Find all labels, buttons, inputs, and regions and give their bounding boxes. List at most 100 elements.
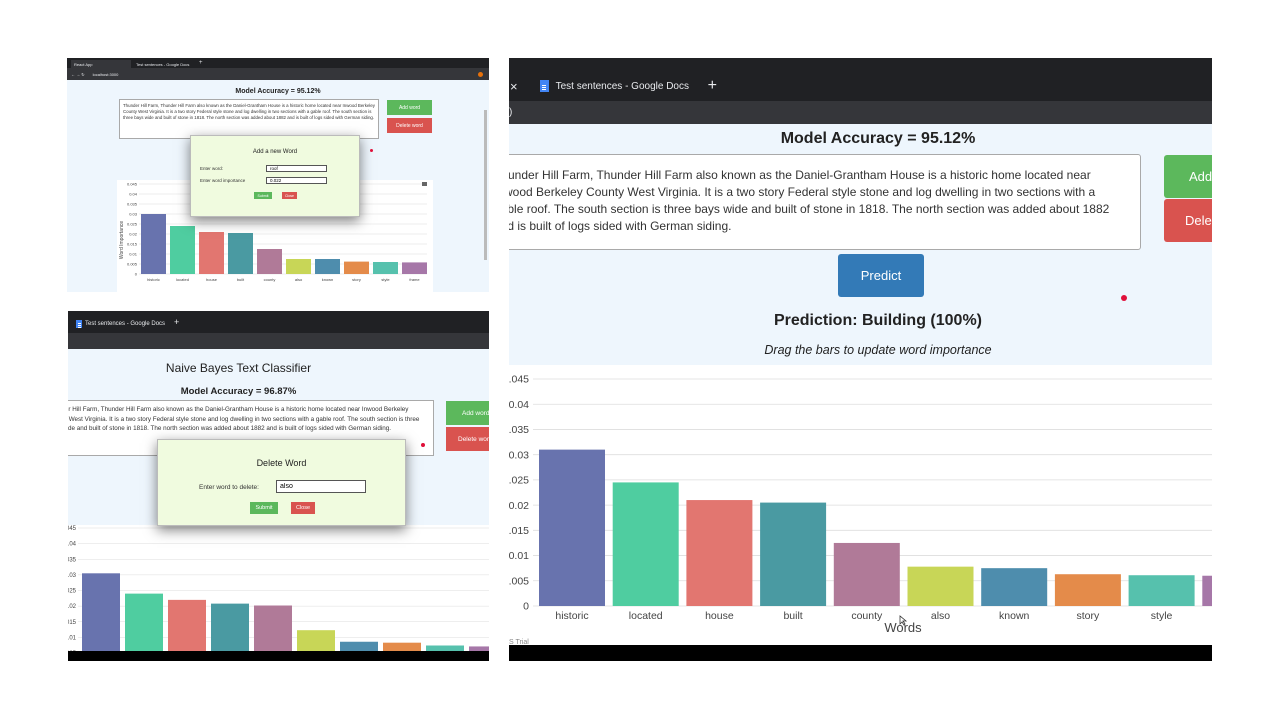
submit-button[interactable]: Submit	[250, 502, 278, 514]
submit-button[interactable]: Submit	[254, 192, 272, 199]
x-tick-label: county	[851, 610, 883, 622]
y-tick-label: .025	[509, 475, 529, 487]
x-tick-label: story	[352, 277, 361, 282]
google-docs-icon	[539, 80, 549, 92]
importance-label: Enter word importance	[200, 178, 246, 183]
close-button[interactable]: Close	[282, 192, 297, 199]
tab-label: Test sentences - Google Docs	[555, 80, 689, 92]
bar-item[interactable]	[297, 630, 335, 653]
y-tick-label: .015	[68, 620, 77, 626]
bar-historic[interactable]	[539, 449, 605, 606]
screen-bottom-bar	[509, 645, 1212, 661]
importance-input[interactable]	[266, 177, 327, 184]
bar-known[interactable]	[315, 259, 340, 274]
y-tick-label: 0.035	[127, 201, 138, 206]
cursor-dot	[421, 443, 425, 447]
bar-style[interactable]	[373, 262, 398, 274]
bar-style[interactable]	[1128, 575, 1195, 606]
y-tick-label: .005	[509, 575, 529, 587]
y-tick-label: .02	[68, 604, 77, 610]
new-tab-icon[interactable]: +	[199, 60, 203, 66]
tab-label: Test sentences - Google Docs	[85, 321, 166, 327]
address-bar[interactable]: ← → ↻ localhost:3000	[67, 68, 489, 80]
address-bar[interactable]: )	[509, 101, 1212, 124]
browser-tab-docs[interactable]: Test sentences - Google Docs	[133, 60, 195, 68]
x-tick-label: also	[295, 277, 303, 282]
bar-historic[interactable]	[141, 214, 166, 274]
y-tick-label: 0.005	[127, 261, 138, 266]
x-tick-label: style	[381, 277, 390, 282]
model-accuracy: Model Accuracy = 95.12%	[235, 88, 321, 95]
profile-avatar[interactable]	[478, 71, 483, 77]
modal-title: Add a new Word	[252, 149, 298, 155]
y-axis-label: Word Importance	[119, 221, 125, 259]
bar-also[interactable]	[907, 566, 974, 606]
bar-county[interactable]	[833, 542, 900, 606]
add-word-button[interactable]: Add	[1164, 155, 1212, 198]
delete-word-button[interactable]: Delete word	[387, 118, 432, 133]
browser-tab-docs[interactable]: Test sentences - Google Docs ×	[527, 71, 696, 101]
predict-button[interactable]: Predict	[838, 254, 924, 297]
bar-built[interactable]	[760, 502, 827, 606]
app-body: Model Accuracy = 95.12% Thunder Hill Far…	[67, 80, 489, 292]
url-text: localhost:3000	[92, 71, 119, 77]
y-tick-label: 0.04	[129, 191, 138, 196]
x-tick-label: built	[783, 610, 802, 622]
scrollbar[interactable]	[484, 110, 487, 260]
bar-story[interactable]	[344, 261, 369, 274]
delete-word-input[interactable]	[276, 480, 366, 493]
bar-house[interactable]	[199, 232, 224, 274]
y-tick-label: .025	[68, 589, 77, 595]
y-tick-label: 0.04	[509, 399, 529, 411]
bar-item[interactable]	[254, 605, 292, 654]
x-tick-label: historic	[555, 610, 588, 622]
add-word-button[interactable]: Add word	[446, 401, 489, 425]
x-tick-label: house	[705, 610, 734, 622]
prediction-result: Prediction: Building (100%)	[773, 312, 982, 329]
new-tab-icon[interactable]: +	[174, 317, 179, 327]
menu-icon[interactable]	[422, 182, 427, 186]
bar-item[interactable]	[168, 599, 206, 653]
sentence-textarea[interactable]: Thunder Hill Farm, Thunder Hill Farm als…	[119, 99, 379, 139]
new-tab-icon[interactable]: +	[708, 77, 717, 95]
bar-item[interactable]	[1202, 575, 1212, 606]
bar-built[interactable]	[228, 233, 253, 274]
x-tick-label: historic	[147, 277, 160, 282]
importance-chart[interactable]: .045.04.035.03.025.02.015.01.005	[68, 525, 489, 655]
bar-located[interactable]	[170, 226, 195, 274]
browser-tab-docs[interactable]: Test sentences - Google Docs ×	[72, 315, 166, 333]
sentence-textarea[interactable]: Thunder Hill Farm, Thunder Hill Farm als…	[509, 154, 1141, 250]
bar-located[interactable]	[612, 482, 679, 606]
delete-word-button[interactable]: Delete word	[446, 427, 489, 451]
y-tick-label: .03	[68, 573, 77, 579]
y-tick-label: .015	[509, 525, 529, 537]
bar-county[interactable]	[257, 249, 282, 274]
x-tick-label: frame	[409, 277, 420, 282]
app-title: Naive Bayes Text Classifier	[165, 361, 312, 375]
bar-frame[interactable]	[402, 262, 427, 274]
bar-known[interactable]	[981, 568, 1048, 606]
delete-word-button[interactable]: Dele	[1164, 199, 1212, 242]
address-bar[interactable]	[68, 333, 489, 349]
word-input[interactable]	[266, 165, 327, 172]
bar-also[interactable]	[286, 259, 311, 274]
word-label: Enter word:	[200, 166, 224, 171]
y-tick-label: .035	[68, 557, 77, 563]
y-tick-label: 0.01	[509, 550, 529, 562]
bar-house[interactable]	[686, 500, 753, 606]
bar-story[interactable]	[1054, 574, 1121, 606]
bar-item[interactable]	[125, 593, 163, 653]
x-tick-label: story	[1077, 610, 1101, 622]
add-word-button[interactable]: Add word	[387, 100, 432, 115]
y-tick-label: .04	[68, 542, 77, 548]
bar-item[interactable]	[82, 573, 120, 653]
nav-arrows-icon[interactable]: ← → ↻	[71, 72, 85, 77]
model-accuracy: Model Accuracy = 96.87%	[180, 386, 297, 397]
delete-word-label: Enter word to delete:	[199, 484, 259, 491]
x-tick-label: county	[264, 277, 276, 282]
importance-chart[interactable]: .045 0.04 .035 0.03 .025 0.02 .015 0.01 .005 0 hi…	[509, 365, 1212, 647]
bar-item[interactable]	[211, 603, 249, 653]
close-button[interactable]: Close	[291, 502, 315, 514]
browser-tab-react[interactable]: React App	[71, 60, 131, 68]
close-tab-icon[interactable]: ×	[510, 79, 518, 94]
